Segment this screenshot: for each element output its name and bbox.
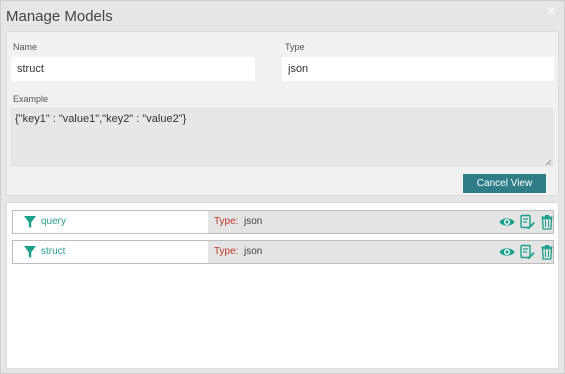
name-label: Name bbox=[13, 42, 38, 52]
type-caption: Type: bbox=[214, 246, 239, 257]
model-form-panel: Name Type Example {"key1" : "value1","ke… bbox=[6, 31, 559, 196]
example-label: Example bbox=[13, 94, 49, 104]
close-icon[interactable]: × bbox=[547, 3, 556, 21]
model-row-struct: struct Type: json bbox=[12, 240, 554, 264]
type-value: json bbox=[244, 216, 263, 227]
dialog-title-bar: Manage Models × bbox=[1, 1, 564, 31]
row-name-cell: query bbox=[13, 211, 208, 233]
filter-icon bbox=[24, 216, 36, 228]
edit-icon[interactable] bbox=[519, 244, 535, 260]
type-label: Type bbox=[285, 42, 305, 52]
eye-icon[interactable] bbox=[499, 244, 515, 260]
trash-icon[interactable] bbox=[539, 244, 555, 260]
trash-icon[interactable] bbox=[539, 214, 555, 230]
cancel-view-button[interactable]: Cancel View bbox=[463, 174, 546, 193]
type-value: json bbox=[244, 246, 263, 257]
model-name[interactable]: query bbox=[41, 216, 66, 227]
filter-icon bbox=[24, 246, 36, 258]
resize-grip-icon[interactable] bbox=[545, 159, 551, 165]
row-type-cell: Type: json bbox=[208, 211, 553, 233]
model-row-query: query Type: json bbox=[12, 210, 554, 234]
eye-icon[interactable] bbox=[499, 214, 515, 230]
manage-models-dialog: Manage Models × Name Type Example {"key1… bbox=[0, 0, 565, 374]
models-list: query Type: json struct Type: json bbox=[6, 202, 559, 369]
type-caption: Type: bbox=[214, 216, 239, 227]
example-textarea[interactable]: {"key1" : "value1","key2" : "value2"} bbox=[11, 108, 553, 166]
dialog-title: Manage Models bbox=[6, 8, 113, 25]
row-type-cell: Type: json bbox=[208, 241, 553, 263]
row-name-cell: struct bbox=[13, 241, 208, 263]
type-input[interactable] bbox=[282, 57, 554, 81]
edit-icon[interactable] bbox=[519, 214, 535, 230]
name-input[interactable] bbox=[11, 57, 255, 81]
model-name[interactable]: struct bbox=[41, 246, 65, 257]
